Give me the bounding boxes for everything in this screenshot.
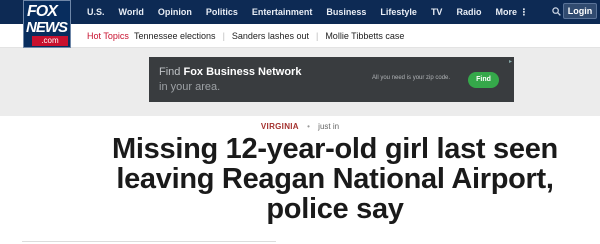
nav-more[interactable]: More ⋮ (495, 7, 528, 18)
article-timestamp: just in (318, 122, 340, 131)
nav-lifestyle[interactable]: Lifestyle (380, 7, 417, 17)
logo-text-fox: FOX (27, 3, 58, 20)
nav-world[interactable]: World (119, 7, 144, 17)
divider: | (315, 31, 319, 41)
hot-topics-bar: Hot Topics Tennessee elections | Sanders… (0, 24, 600, 48)
divider (22, 241, 276, 242)
ad-container: Find Fox Business Network in your area. … (0, 48, 600, 116)
nav-radio[interactable]: Radio (456, 7, 481, 17)
hot-topics-label: Hot Topics (87, 31, 129, 41)
nav-politics[interactable]: Politics (206, 7, 238, 17)
login-button[interactable]: Login (563, 3, 597, 19)
ad-choices-icon[interactable]: ▸ (509, 58, 512, 65)
hot-topic-tibbetts[interactable]: Mollie Tibbetts case (325, 31, 404, 41)
article-headline: Missing 12-year-old girl last seen leavi… (112, 133, 558, 225)
hot-topic-sanders[interactable]: Sanders lashes out (232, 31, 309, 41)
logo-text-com: .com (32, 36, 68, 46)
article-category[interactable]: VIRGINIA (261, 122, 299, 131)
ad-find-text: Find (159, 66, 181, 78)
nav-business[interactable]: Business (326, 7, 366, 17)
top-navigation-bar: U.S. World Opinion Politics Entertainmen… (0, 0, 600, 24)
main-nav: U.S. World Opinion Politics Entertainmen… (87, 0, 528, 24)
ad-find-button[interactable]: Find (468, 72, 499, 88)
ad-banner[interactable]: Find Fox Business Network in your area. … (149, 57, 514, 102)
nav-opinion[interactable]: Opinion (158, 7, 192, 17)
logo-text-news: NEWS (26, 19, 68, 36)
hot-topic-tennessee[interactable]: Tennessee elections (134, 31, 216, 41)
fox-news-logo[interactable]: FOX NEWS .com (23, 0, 71, 48)
meta-separator: • (307, 122, 310, 131)
search-icon[interactable] (552, 7, 561, 16)
article-meta: VIRGINIA • just in (0, 122, 600, 131)
ad-brand-text: Fox Business Network (183, 66, 302, 78)
divider: | (222, 31, 225, 41)
ad-note: All you need is your zip code. (372, 75, 451, 81)
nav-us[interactable]: U.S. (87, 7, 105, 17)
hot-topics-list: Tennessee elections | Sanders lashes out… (134, 31, 404, 41)
ad-headline: Find Fox Business Network (159, 66, 301, 78)
ad-subline: in your area. (159, 81, 221, 93)
nav-tv[interactable]: TV (431, 7, 443, 17)
nav-entertainment[interactable]: Entertainment (252, 7, 313, 17)
